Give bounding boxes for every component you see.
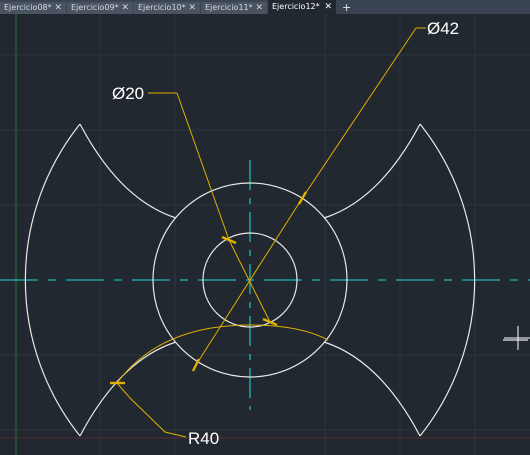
close-icon[interactable]: ✕ (324, 0, 332, 14)
background-grid (0, 14, 530, 455)
drawing-canvas[interactable]: Ø42 Ø20 R40 (0, 14, 530, 455)
tab-ejercicio10[interactable]: Ejercicio10* ✕ (134, 2, 200, 14)
tab-label: Ejercicio08* (4, 3, 52, 12)
dimension-label-r40[interactable]: R40 (188, 429, 219, 448)
upper-left-notch-arc (79, 123, 177, 219)
tab-ejercicio12[interactable]: Ejercicio12* ✕ (268, 0, 336, 14)
tab-label: Ejercicio10* (138, 3, 186, 12)
document-tab-bar: Ejercicio08* ✕ Ejercicio09* ✕ Ejercicio1… (0, 0, 530, 14)
tab-label: Ejercicio09* (71, 3, 119, 12)
center-lines (0, 160, 530, 410)
tab-ejercicio11[interactable]: Ejercicio11* ✕ (201, 2, 267, 14)
close-icon[interactable]: ✕ (54, 2, 62, 14)
tab-ejercicio08[interactable]: Ejercicio08* ✕ (0, 2, 66, 14)
tab-ejercicio09[interactable]: Ejercicio09* ✕ (67, 2, 133, 14)
tab-label: Ejercicio12* (272, 2, 320, 11)
r40-dimension-arc (116, 324, 329, 384)
crosshair-cursor (504, 326, 530, 350)
r40-leader (116, 382, 187, 438)
dimension-label-dia20[interactable]: Ø20 (112, 84, 144, 103)
dimension-label-dia42[interactable]: Ø42 (427, 19, 459, 38)
tab-label: Ejercicio11* (205, 3, 253, 12)
close-icon[interactable]: ✕ (255, 2, 263, 14)
dia20-leader (176, 92, 230, 241)
close-icon[interactable]: ✕ (121, 2, 129, 14)
lower-left-notch-arc (79, 341, 177, 437)
close-icon[interactable]: ✕ (188, 2, 196, 14)
lower-right-notch-arc (323, 341, 421, 437)
upper-right-notch-arc (323, 123, 421, 219)
dia42-leader (302, 27, 417, 198)
new-tab-button[interactable]: + (337, 2, 356, 14)
